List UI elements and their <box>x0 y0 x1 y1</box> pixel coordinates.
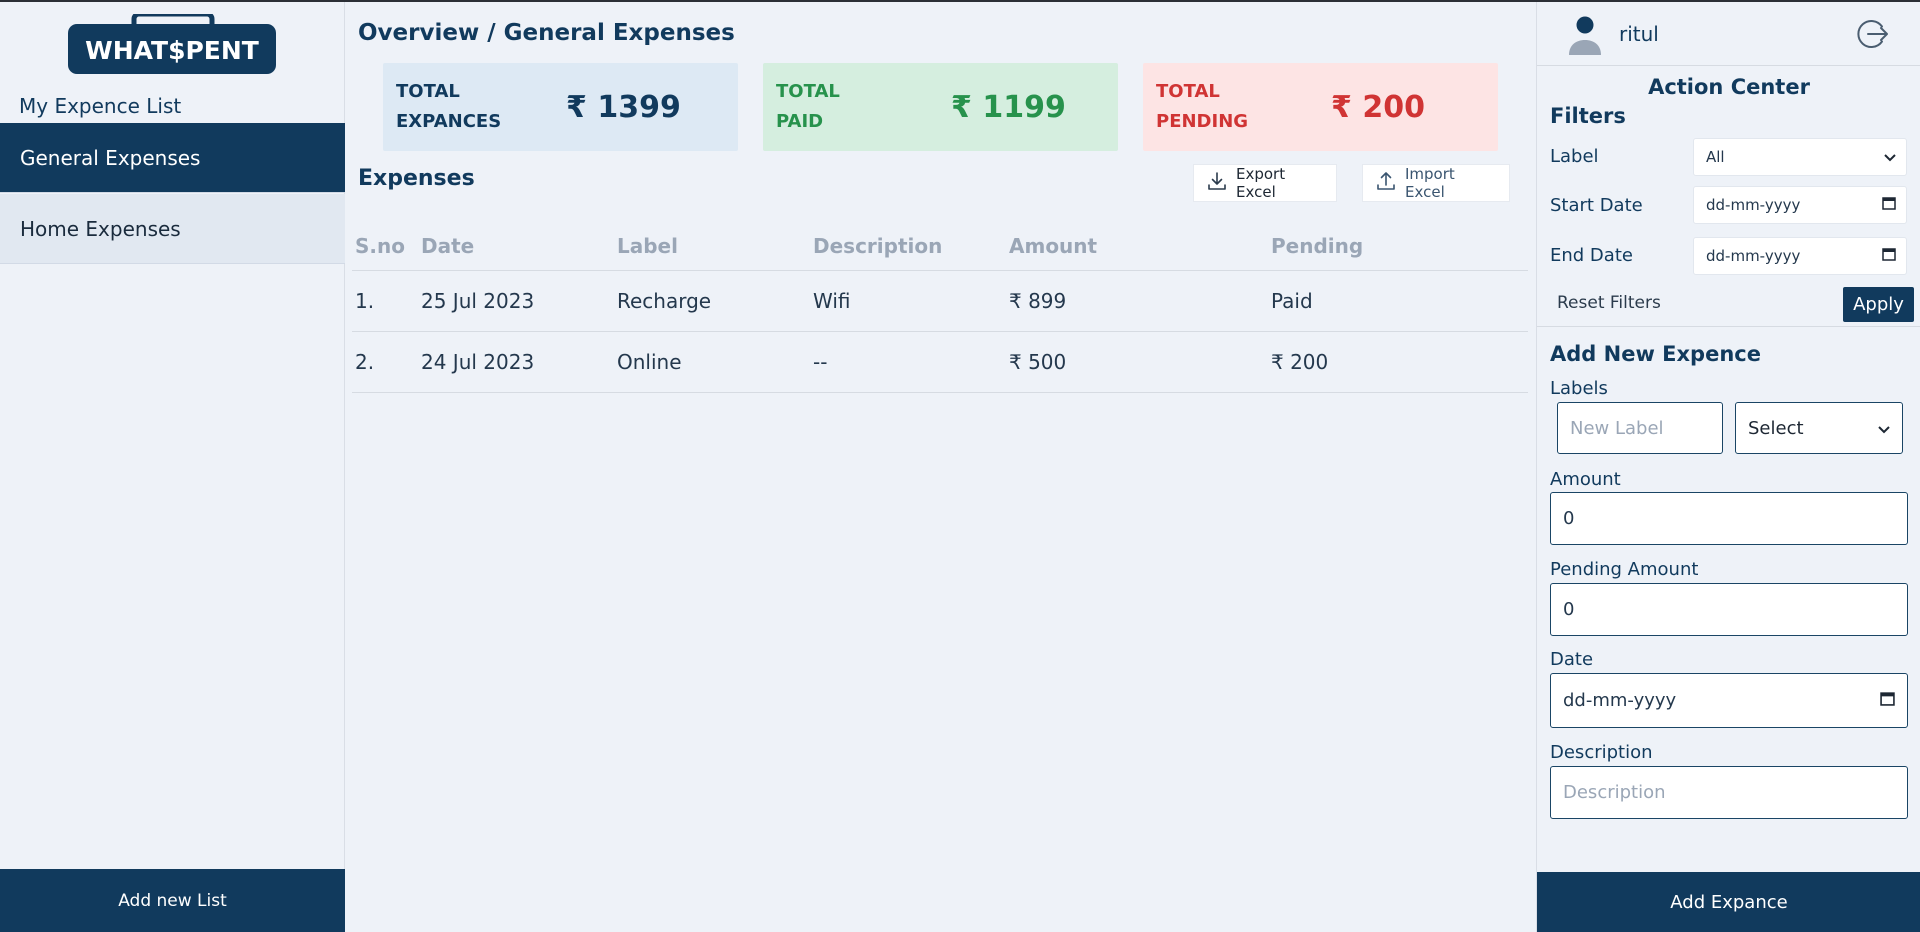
page-title: Overview / General Expenses <box>358 20 735 46</box>
divider <box>1537 326 1920 327</box>
label-select[interactable]: Select <box>1735 402 1903 454</box>
reset-filters-button[interactable]: Reset Filters <box>1557 293 1661 313</box>
add-new-list-button[interactable]: Add new List <box>0 869 345 932</box>
start-date-value: dd-mm-yyyy <box>1706 196 1801 214</box>
end-date-input[interactable]: dd-mm-yyyy <box>1693 237 1907 275</box>
sidebar: WHAT$PENT My Expence List General Expens… <box>0 2 345 932</box>
add-expense-button[interactable]: Add Expance <box>1537 872 1920 932</box>
sidebar-item-general-expenses[interactable]: General Expenses <box>0 123 345 193</box>
start-date-input[interactable]: dd-mm-yyyy <box>1693 186 1907 224</box>
cell-amount: ₹ 899 <box>1006 270 1268 332</box>
calendar-icon <box>1880 690 1895 711</box>
expenses-section-title: Expenses <box>358 166 475 191</box>
card-label-line: TOTAL <box>776 81 840 102</box>
filters-title: Filters <box>1550 104 1626 128</box>
brand-name: WHAT$PENT <box>85 36 259 65</box>
end-date-value: dd-mm-yyyy <box>1706 247 1801 265</box>
divider <box>1537 65 1920 66</box>
chevron-down-icon <box>1884 148 1896 166</box>
date-value: dd-mm-yyyy <box>1563 690 1677 711</box>
cell-sno: 2. <box>352 331 418 393</box>
main-content: Overview / General Expenses TOTAL EXPANC… <box>346 2 1536 932</box>
apply-filters-button[interactable]: Apply <box>1843 287 1914 322</box>
cell-amount: ₹ 500 <box>1006 331 1268 393</box>
table-row[interactable]: 2. 24 Jul 2023 Online -- ₹ 500 ₹ 200 <box>352 331 1528 393</box>
column-header: Amount <box>1006 222 1268 271</box>
label-select-value: Select <box>1748 417 1804 439</box>
logout-icon[interactable] <box>1855 16 1891 56</box>
cell-date: 24 Jul 2023 <box>418 331 614 393</box>
username: ritul <box>1619 22 1659 46</box>
import-excel-label: Import Excel <box>1405 165 1455 201</box>
cell-label: Recharge <box>614 270 810 332</box>
card-label-line: TOTAL <box>396 81 460 102</box>
end-date-label: End Date <box>1550 245 1633 266</box>
expenses-table: S.no Date Label Description Amount Pendi… <box>352 222 1528 393</box>
filter-label-label: Label <box>1550 146 1599 167</box>
cell-pending: Paid <box>1268 270 1528 332</box>
column-header: Pending <box>1268 222 1528 271</box>
card-label-line: EXPANCES <box>396 111 502 132</box>
column-header: S.no <box>352 222 418 271</box>
cell-pending: ₹ 200 <box>1268 331 1528 393</box>
date-input[interactable]: dd-mm-yyyy <box>1550 673 1908 728</box>
table-row[interactable]: 1. 25 Jul 2023 Recharge Wifi ₹ 899 Paid <box>352 270 1528 332</box>
label-filter-select[interactable]: All <box>1693 138 1907 176</box>
sidebar-item-home-expenses[interactable]: Home Expenses <box>0 194 345 264</box>
chevron-down-icon <box>1878 418 1890 439</box>
column-header: Description <box>810 222 1006 271</box>
download-icon <box>1206 170 1228 196</box>
card-value: ₹ 1399 <box>566 89 681 125</box>
new-label-placeholder: New Label <box>1570 417 1664 439</box>
card-value: ₹ 1199 <box>951 89 1066 125</box>
add-expense-title: Add New Expence <box>1550 342 1761 366</box>
card-value: ₹ 200 <box>1331 89 1425 125</box>
description-label: Description <box>1550 742 1653 763</box>
labels-label: Labels <box>1550 378 1608 399</box>
calendar-icon <box>1882 196 1896 214</box>
cell-sno: 1. <box>352 270 418 332</box>
import-excel-button[interactable]: Import Excel <box>1362 164 1510 202</box>
start-date-label: Start Date <box>1550 195 1643 216</box>
card-label: TOTAL PENDING <box>1156 77 1331 137</box>
sidebar-item-label: Home Expenses <box>20 216 181 241</box>
upload-icon <box>1375 170 1397 196</box>
column-header: Label <box>614 222 810 271</box>
cell-date: 25 Jul 2023 <box>418 270 614 332</box>
brand-logo: WHAT$PENT <box>68 11 276 74</box>
amount-value: 0 <box>1563 508 1575 529</box>
cell-label: Online <box>614 331 810 393</box>
amount-label: Amount <box>1550 469 1621 490</box>
date-label: Date <box>1550 649 1594 670</box>
cell-description: Wifi <box>810 270 1006 332</box>
list-heading: My Expence List <box>19 94 182 118</box>
user-avatar-icon <box>1567 15 1603 61</box>
column-header: Date <box>418 222 614 271</box>
pending-amount-value: 0 <box>1563 599 1575 620</box>
description-input[interactable]: Description <box>1550 766 1908 819</box>
table-header-row: S.no Date Label Description Amount Pendi… <box>352 222 1528 271</box>
export-excel-label: Export Excel <box>1236 165 1286 201</box>
new-label-input[interactable]: New Label <box>1557 402 1723 454</box>
total-paid-card: TOTAL PAID ₹ 1199 <box>763 63 1118 151</box>
label-filter-value: All <box>1706 148 1725 166</box>
calendar-icon <box>1882 247 1896 265</box>
pending-amount-input[interactable]: 0 <box>1550 583 1908 636</box>
total-expenses-card: TOTAL EXPANCES ₹ 1399 <box>383 63 738 151</box>
total-pending-card: TOTAL PENDING ₹ 200 <box>1143 63 1498 151</box>
card-label: TOTAL EXPANCES <box>396 77 566 137</box>
pending-amount-label: Pending Amount <box>1550 559 1699 580</box>
card-label-line: TOTAL <box>1156 81 1220 102</box>
card-label: TOTAL PAID <box>776 77 951 137</box>
action-center-title: Action Center <box>1648 75 1810 99</box>
export-excel-button[interactable]: Export Excel <box>1193 164 1337 202</box>
card-label-line: PAID <box>776 111 824 132</box>
description-placeholder: Description <box>1563 782 1666 803</box>
card-label-line: PENDING <box>1156 111 1249 132</box>
amount-input[interactable]: 0 <box>1550 492 1908 545</box>
action-panel: ritul Action Center Filters Label All St… <box>1536 2 1920 932</box>
cell-description: -- <box>810 331 1006 393</box>
sidebar-item-label: General Expenses <box>20 145 201 170</box>
